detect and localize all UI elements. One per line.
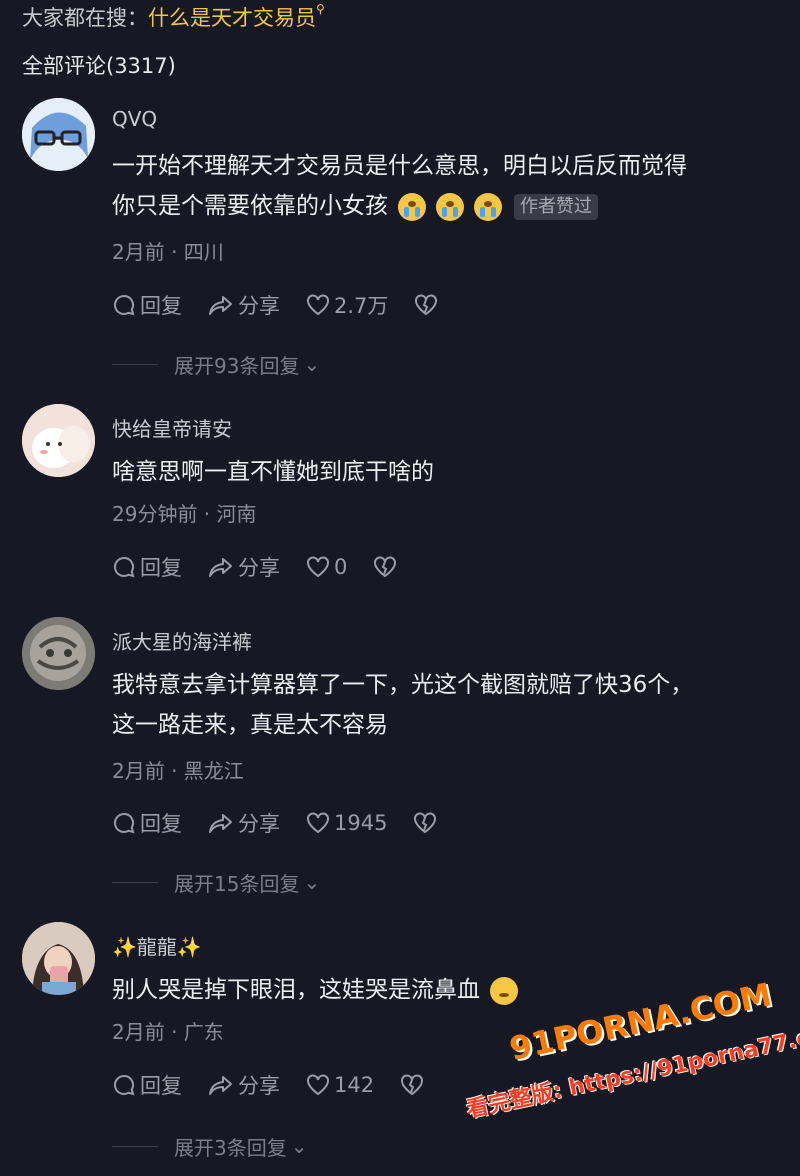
- expand-replies-button[interactable]: 展开93条回复 ⌄: [112, 350, 320, 378]
- reply-icon: [114, 556, 135, 578]
- share-button[interactable]: 分享: [208, 1070, 280, 1100]
- like-count: 142: [334, 1073, 375, 1097]
- avatar[interactable]: [22, 922, 95, 995]
- reply-icon: [114, 294, 135, 316]
- divider-line: [112, 363, 158, 365]
- broken-heart-icon: [415, 294, 438, 316]
- comment-text: 啥意思啊一直不懂她到底干啥的: [112, 459, 434, 485]
- share-label: 分享: [238, 812, 280, 836]
- comment-text-line: 我特意去拿计算器算了一下，光这个截图就赔了快36个，: [112, 672, 694, 698]
- chevron-down-icon: ⌄: [303, 870, 321, 894]
- comment-meta: 2月前 · 广东: [112, 1020, 224, 1044]
- heart-icon: [307, 812, 329, 834]
- comment-actions: 回复 分享 1945: [112, 808, 467, 838]
- expand-replies-button[interactable]: 展开15条回复 ⌄: [112, 868, 320, 896]
- reply-button[interactable]: 回复: [112, 290, 182, 320]
- username[interactable]: 派大星的海洋裤: [112, 626, 252, 655]
- comment-text: 我特意去拿计算器算了一下，光这个截图就赔了快36个， 这一路走来，真是太不容易: [112, 665, 772, 745]
- crying-emoji-icon: [398, 192, 426, 221]
- reply-label: 回复: [140, 556, 182, 580]
- comment-text-line: 一开始不理解天才交易员是什么意思，明白以后反而觉得: [112, 153, 687, 179]
- expand-label: 展开15条回复: [174, 871, 300, 896]
- comments-count: 全部评论(3317): [22, 54, 176, 78]
- search-icon: ⚲: [316, 2, 325, 16]
- reply-icon: [114, 812, 135, 834]
- search-suggestion[interactable]: 大家都在搜：什么是天才交易员⚲: [22, 2, 325, 32]
- comment-meta: 29分钟前 · 河南: [112, 502, 257, 526]
- search-prefix: 大家都在搜：: [22, 6, 148, 30]
- avatar[interactable]: [22, 404, 95, 477]
- avatar[interactable]: [22, 617, 95, 690]
- share-label: 分享: [238, 556, 280, 580]
- divider-line: [112, 881, 158, 883]
- share-button[interactable]: 分享: [208, 808, 280, 838]
- heart-icon: [307, 294, 329, 316]
- broken-heart-icon: [401, 1074, 424, 1096]
- expand-replies-button[interactable]: 展开3条回复 ⌄: [112, 1132, 308, 1160]
- like-button[interactable]: 0: [306, 555, 347, 579]
- watermark: 91PORNA.COM 看完整版: https://91porna77.com: [465, 975, 800, 1176]
- like-button[interactable]: 142: [306, 1073, 374, 1097]
- comment-actions: 回复 分享 142: [112, 1070, 454, 1100]
- comment-actions: 回复 分享 0: [112, 552, 427, 582]
- reply-label: 回复: [140, 812, 182, 836]
- chevron-down-icon: ⌄: [290, 1134, 308, 1158]
- broken-heart-icon: [414, 812, 437, 834]
- search-query[interactable]: 什么是天才交易员: [148, 6, 316, 30]
- like-button[interactable]: 1945: [306, 811, 387, 835]
- avatar[interactable]: [22, 98, 95, 171]
- comment-text-line: 你只是个需要依靠的小女孩 作者赞过: [112, 186, 772, 226]
- like-count: 0: [334, 555, 348, 579]
- share-icon: [209, 814, 232, 833]
- share-label: 分享: [238, 294, 280, 318]
- like-button[interactable]: 2.7万: [306, 290, 388, 320]
- reply-icon: [114, 1074, 135, 1096]
- like-count: 2.7万: [334, 294, 389, 318]
- dislike-button[interactable]: [400, 1074, 428, 1096]
- comment-actions: 回复 分享 2.7万: [112, 290, 468, 320]
- username[interactable]: ✨龍龍✨: [112, 931, 202, 960]
- reply-button[interactable]: 回复: [112, 808, 182, 838]
- chevron-down-icon: ⌄: [303, 352, 321, 376]
- author-liked-badge: 作者赞过: [514, 193, 598, 220]
- share-icon: [209, 296, 232, 315]
- comment-text-line: 这一路走来，真是太不容易: [112, 712, 388, 738]
- comment-text-span: 你只是个需要依靠的小女孩: [112, 193, 388, 219]
- divider-line: [112, 1145, 158, 1147]
- expand-label: 展开93条回复: [174, 353, 300, 378]
- heart-icon: [307, 1074, 329, 1096]
- comment-meta: 2月前 · 黑龙江: [112, 759, 244, 783]
- share-label: 分享: [238, 1074, 280, 1098]
- comment-meta: 2月前 · 四川: [112, 240, 224, 264]
- username[interactable]: 快给皇帝请安: [112, 413, 232, 442]
- crying-emoji-icon: [436, 192, 464, 221]
- share-icon: [209, 558, 232, 577]
- heart-icon: [307, 556, 329, 578]
- share-icon: [209, 1076, 232, 1095]
- reply-label: 回复: [140, 294, 182, 318]
- share-button[interactable]: 分享: [208, 552, 280, 582]
- dislike-button[interactable]: [413, 812, 441, 834]
- broken-heart-icon: [374, 556, 397, 578]
- like-count: 1945: [334, 811, 388, 835]
- dislike-button[interactable]: [373, 556, 401, 578]
- comment-text: 一开始不理解天才交易员是什么意思，明白以后反而觉得 你只是个需要依靠的小女孩 作者…: [112, 146, 772, 226]
- dislike-button[interactable]: [414, 294, 442, 316]
- share-button[interactable]: 分享: [208, 290, 280, 320]
- crying-emoji-icon: [474, 192, 502, 221]
- username[interactable]: QVQ: [112, 107, 157, 131]
- smiling-face-emoji-icon: [490, 976, 518, 1005]
- comment-text-span: 别人哭是掉下眼泪，这娃哭是流鼻血: [112, 977, 480, 1003]
- reply-button[interactable]: 回复: [112, 1070, 182, 1100]
- expand-label: 展开3条回复: [174, 1135, 287, 1160]
- reply-button[interactable]: 回复: [112, 552, 182, 582]
- reply-label: 回复: [140, 1074, 182, 1098]
